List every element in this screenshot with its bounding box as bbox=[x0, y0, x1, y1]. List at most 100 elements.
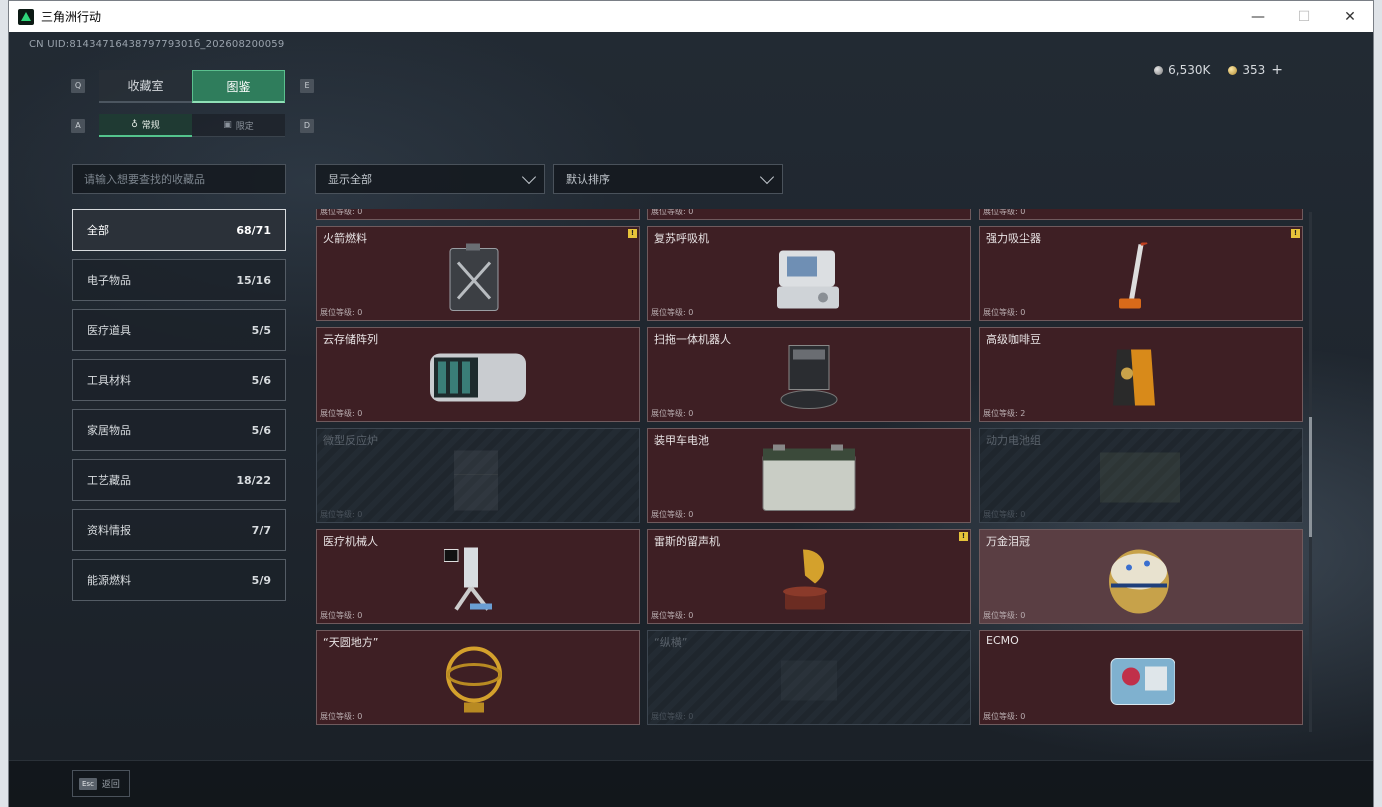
category-item[interactable]: 工具材料 5/6 bbox=[72, 359, 286, 401]
collection-card[interactable]: 雷斯的留声机! 展位等级: 0 bbox=[647, 529, 971, 624]
grid-scrollbar[interactable] bbox=[1309, 212, 1312, 732]
category-count: 5/6 bbox=[251, 423, 271, 437]
card-level: 展位等级: 0 bbox=[320, 712, 363, 721]
back-label: 返回 bbox=[101, 780, 120, 790]
collection-card[interactable]: 复苏呼吸机 展位等级: 0 bbox=[647, 226, 971, 321]
filter-value: 显示全部 bbox=[328, 173, 372, 186]
card-level: 展位等级: 0 bbox=[320, 510, 363, 519]
item-grid: 展位等级: 0 展位等级: 0 展位等级: 0 火箭燃料! 展位等级: 0 复苏呼吸机 展位… bbox=[314, 209, 1309, 729]
category-item[interactable]: 工艺藏品 18/22 bbox=[72, 459, 286, 501]
category-item[interactable]: 电子物品 15/16 bbox=[72, 259, 286, 301]
category-count: 18/22 bbox=[236, 473, 271, 487]
category-count: 5/9 bbox=[251, 573, 271, 587]
category-label: 家居物品 bbox=[87, 424, 131, 437]
warning-icon: ! bbox=[628, 229, 637, 238]
tab-catalog[interactable]: 图鉴 bbox=[192, 70, 285, 103]
collection-card[interactable]: 强力吸尘器! 展位等级: 0 bbox=[979, 226, 1303, 321]
collection-card[interactable]: 装甲车电池展位等级: 0 bbox=[647, 428, 971, 523]
category-item[interactable]: 医疗道具 5/5 bbox=[72, 309, 286, 351]
card-name: 动力电池组 bbox=[986, 434, 1041, 447]
collection-card[interactable]: “纵横” 展位等级: 0 bbox=[647, 630, 971, 725]
category-label: 全部 bbox=[87, 224, 109, 237]
add-currency-button[interactable]: + bbox=[1271, 62, 1283, 78]
card-level: 展位等级: 0 bbox=[983, 611, 1026, 620]
card-level: 展位等级: 0 bbox=[651, 611, 694, 620]
category-count: 68/71 bbox=[236, 223, 271, 237]
subtab-limited[interactable]: ▣ 限定 bbox=[192, 114, 285, 137]
collection-card[interactable]: 展位等级: 0 bbox=[979, 209, 1303, 220]
subtab-regular[interactable]: ♁ 常规 bbox=[99, 114, 192, 137]
category-item[interactable]: 资料情报 7/7 bbox=[72, 509, 286, 551]
gold-amount: 353 bbox=[1242, 63, 1266, 77]
key-hint-e: E bbox=[300, 79, 314, 93]
window-title: 三角洲行动 bbox=[41, 10, 102, 24]
category-label: 工艺藏品 bbox=[87, 474, 131, 487]
collection-card[interactable]: 高级咖啡豆 展位等级: 2 bbox=[979, 327, 1303, 422]
uid-label: CN UID:8143471643879779301б_202608200059 bbox=[29, 39, 285, 50]
sub-tabs: ♁ 常规 ▣ 限定 bbox=[99, 114, 285, 137]
close-button[interactable]: ✕ bbox=[1327, 1, 1373, 32]
card-level: 展位等级: 2 bbox=[983, 409, 1026, 418]
esc-key-icon: Esc bbox=[79, 777, 97, 790]
collection-card[interactable]: 万金泪冠展位等级: 0 bbox=[979, 529, 1303, 624]
collection-card[interactable]: 火箭燃料! 展位等级: 0 bbox=[316, 226, 640, 321]
card-level: 展位等级: 0 bbox=[320, 611, 363, 620]
collection-card[interactable]: 云存储阵列展位等级: 0 bbox=[316, 327, 640, 422]
scrollbar-thumb[interactable] bbox=[1309, 417, 1312, 537]
card-level: 展位等级: 0 bbox=[320, 209, 363, 216]
filter-dropdown[interactable]: 显示全部 bbox=[315, 164, 545, 194]
card-name: 万金泪冠 bbox=[986, 535, 1030, 548]
card-name: 云存储阵列 bbox=[323, 333, 378, 346]
collection-card[interactable]: ECMO 展位等级: 0 bbox=[979, 630, 1303, 725]
game-viewport: CN UID:8143471643879779301б_202608200059… bbox=[9, 32, 1373, 807]
collection-card[interactable]: 动力电池组 展位等级: 0 bbox=[979, 428, 1303, 523]
gold-coin-icon bbox=[1228, 66, 1238, 75]
collection-card[interactable]: 微型反应炉展位等级: 0 bbox=[316, 428, 640, 523]
collection-card[interactable]: “天圆地方” 展位等级: 0 bbox=[316, 630, 640, 725]
currency-bar: 6,530K 353 + bbox=[1154, 62, 1283, 78]
subtab-limited-label: 限定 bbox=[235, 121, 254, 132]
chevron-down-icon bbox=[759, 169, 775, 185]
category-list: 全部 68/71 电子物品 15/16 医疗道具 5/5 工具材料 5/6 家居物品 5/6 工艺藏… bbox=[72, 209, 286, 609]
maximize-button[interactable]: ☐ bbox=[1281, 1, 1327, 32]
card-name: 医疗机械人 bbox=[323, 535, 378, 548]
card-level: 展位等级: 0 bbox=[651, 409, 694, 418]
card-name: 微型反应炉 bbox=[323, 434, 378, 447]
category-label: 电子物品 bbox=[87, 274, 131, 287]
window-controls: — ☐ ✕ bbox=[1235, 1, 1373, 32]
collection-card[interactable]: 展位等级: 0 bbox=[316, 209, 640, 220]
category-label: 资料情报 bbox=[87, 524, 131, 537]
collection-card[interactable]: 医疗机械人展位等级: 0 bbox=[316, 529, 640, 624]
regular-icon: ♁ bbox=[131, 119, 138, 130]
silver-amount: 6,530K bbox=[1168, 63, 1211, 77]
footer-bar: Esc 返回 bbox=[9, 760, 1373, 807]
card-name: 扫拖一体机器人 bbox=[654, 333, 731, 346]
card-name: 火箭燃料 bbox=[323, 232, 367, 245]
back-button[interactable]: Esc 返回 bbox=[72, 770, 130, 797]
minimize-button[interactable]: — bbox=[1235, 1, 1281, 32]
card-name: 装甲车电池 bbox=[654, 434, 709, 447]
card-level: 展位等级: 0 bbox=[651, 510, 694, 519]
category-label: 能源燃料 bbox=[87, 574, 131, 587]
collection-card[interactable]: 展位等级: 0 bbox=[647, 209, 971, 220]
card-level: 展位等级: 0 bbox=[320, 409, 363, 418]
category-item[interactable]: 能源燃料 5/9 bbox=[72, 559, 286, 601]
category-item[interactable]: 家居物品 5/6 bbox=[72, 409, 286, 451]
card-level: 展位等级: 0 bbox=[983, 209, 1026, 216]
collection-card[interactable]: 扫拖一体机器人展位等级: 0 bbox=[647, 327, 971, 422]
category-label: 医疗道具 bbox=[87, 324, 131, 337]
card-name: 复苏呼吸机 bbox=[654, 232, 709, 245]
app-logo-icon bbox=[18, 8, 34, 25]
sort-dropdown[interactable]: 默认排序 bbox=[553, 164, 783, 194]
tab-collection-room[interactable]: 收藏室 bbox=[99, 70, 192, 103]
card-level: 展位等级: 0 bbox=[983, 712, 1026, 721]
card-level: 展位等级: 0 bbox=[983, 308, 1026, 317]
key-hint-a: A bbox=[71, 119, 85, 133]
category-item[interactable]: 全部 68/71 bbox=[72, 209, 286, 251]
sort-value: 默认排序 bbox=[566, 173, 610, 186]
key-hint-d: D bbox=[300, 119, 314, 133]
search-input[interactable]: 请输入想要查找的收藏品 bbox=[72, 164, 286, 194]
category-count: 5/5 bbox=[251, 323, 271, 337]
limited-icon: ▣ bbox=[223, 120, 232, 130]
category-count: 5/6 bbox=[251, 373, 271, 387]
